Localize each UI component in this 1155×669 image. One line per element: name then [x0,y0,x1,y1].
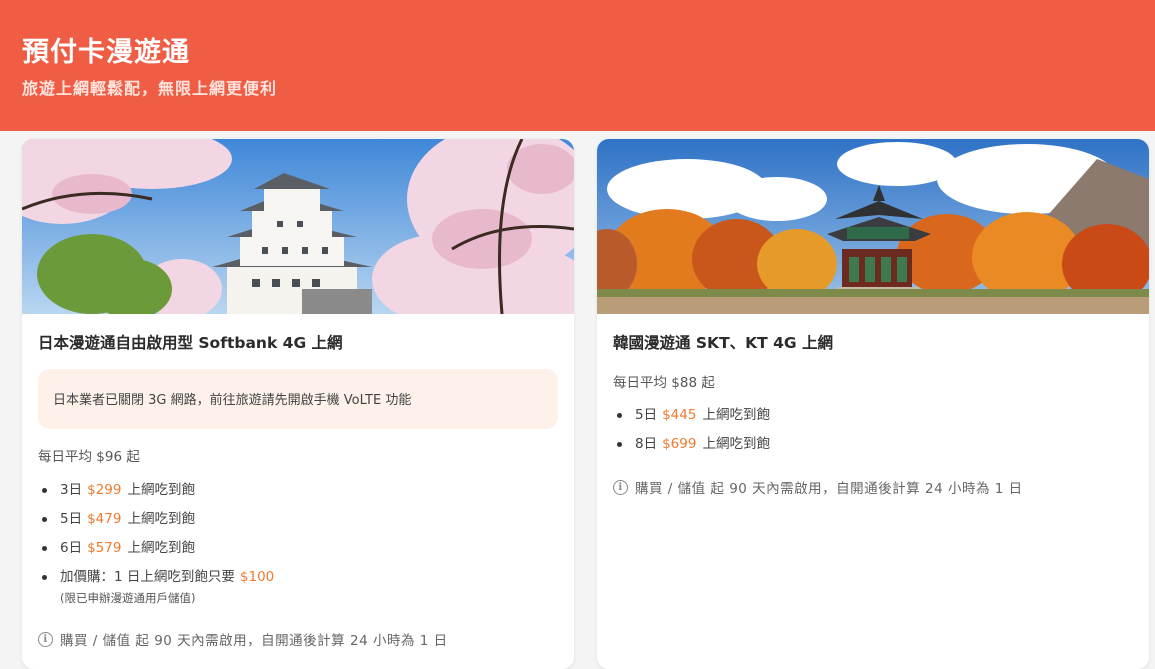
page-subtitle: 旅遊上網輕鬆配，無限上網更便利 [22,79,278,98]
plan-days: 5日 [60,511,83,527]
plan-title: 日本漫遊通自由啟用型 Softbank 4G 上網 [38,334,343,352]
info-row: i 購買 / 儲值 起 90 天內需啟用，自開通後計算 24 小時為 1 日 [613,477,1023,497]
plan-desc: 上網吃到飽 [127,511,195,527]
plan-list: 3日 $299 上網吃到飽 5日 $479 上網吃到飽 6日 $579 上網吃到飽 加價購：… [38,480,280,607]
info-circle-icon: i [613,479,628,495]
korea-palace-image [597,139,1149,314]
info-circle-icon: i [38,631,53,647]
addon-item: 加價購：1 日上網吃到飽只要 $100 (限已申辦漫遊通用戶儲值) [38,567,280,607]
info-text: 購買 / 儲值 起 90 天內需啟用，自開通後計算 24 小時為 1 日 [635,481,1023,497]
list-item: 6日 $579 上網吃到飽 [38,538,280,567]
list-item: 8日 $699 上網吃到飽 [613,434,770,463]
plan-list: 5日 $445 上網吃到飽 8日 $699 上網吃到飽 [613,405,770,463]
notice-box: 日本業者已關閉 3G 網路，前往旅遊請先開啟手機 VoLTE 功能 [38,369,558,429]
plan-desc: 上網吃到飽 [127,540,195,556]
plan-price: $699 [662,436,697,452]
plan-price: $579 [87,540,122,556]
hero-banner: 預付卡漫遊通 旅遊上網輕鬆配，無限上網更便利 [0,0,1155,131]
page-title: 預付卡漫遊通 [22,37,190,68]
addon-note: (限已申辦漫遊通用戶儲值) [60,591,196,605]
plan-card-korea[interactable]: 韓國漫遊通 SKT、KT 4G 上網 每日平均 $88 起 5日 $445 上網吃到… [597,139,1149,669]
daily-average: 每日平均 $88 起 [613,375,715,391]
info-row: i 購買 / 儲值 起 90 天內需啟用，自開通後計算 24 小時為 1 日 [38,629,448,649]
addon-label: 加價購：1 日上網吃到飽只要 [60,569,235,585]
plan-desc: 上網吃到飽 [127,482,195,498]
plan-days: 3日 [60,482,83,498]
daily-average: 每日平均 $96 起 [38,449,140,465]
plan-desc: 上網吃到飽 [702,436,770,452]
info-text: 購買 / 儲值 起 90 天內需啟用，自開通後計算 24 小時為 1 日 [60,633,448,649]
plan-price: $479 [87,511,122,527]
plan-desc: 上網吃到飽 [702,407,770,423]
list-item: 5日 $479 上網吃到飽 [38,509,280,538]
plan-price: $299 [87,482,122,498]
list-item: 5日 $445 上網吃到飽 [613,405,770,434]
plan-days: 6日 [60,540,83,556]
plan-card-japan[interactable]: 日本漫遊通自由啟用型 Softbank 4G 上網 日本業者已關閉 3G 網路，… [22,139,574,669]
plan-price: $445 [662,407,697,423]
plan-title: 韓國漫遊通 SKT、KT 4G 上網 [613,334,834,352]
notice-text: 日本業者已關閉 3G 網路，前往旅遊請先開啟手機 VoLTE 功能 [53,393,412,408]
plan-days: 5日 [635,407,658,423]
japan-castle-image [22,139,574,314]
addon-price: $100 [239,569,275,585]
list-item: 3日 $299 上網吃到飽 [38,480,280,509]
plan-days: 8日 [635,436,658,452]
